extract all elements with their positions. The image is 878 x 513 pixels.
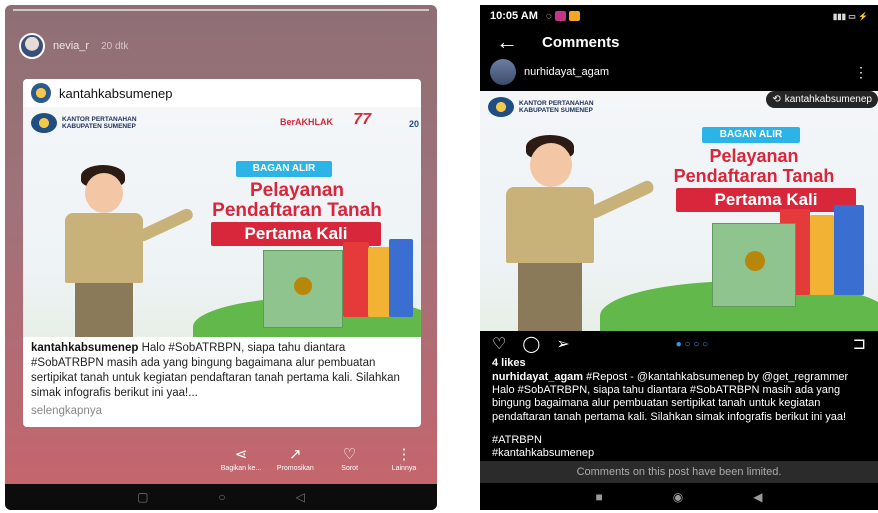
back-arrow-icon[interactable]: ← — [496, 29, 518, 55]
garuda-emblem-icon — [294, 277, 312, 295]
book-icon — [343, 242, 369, 317]
page-title: Comments — [542, 33, 620, 51]
alarm-icon: ◌ — [545, 10, 552, 22]
see-more-link[interactable]: selengkapnya — [23, 405, 421, 417]
repost-icon: ⟲ — [772, 94, 781, 105]
story-screen: nevia_r 20 dtk kantahkabsumenep KANTOR P… — [5, 5, 437, 510]
org-logo-block: KANTOR PERTANAHAN KABUPATEN SUMENEP — [31, 113, 137, 133]
comment-icon[interactable]: ◯ — [522, 334, 540, 354]
story-time: 20 dtk — [101, 40, 129, 52]
comments-screen: 10:05 AM ◌ ▮▮▮ ▭ ⚡ ← Comments nurhidayat… — [480, 5, 878, 510]
poster-title-1: Pelayanan — [250, 180, 344, 201]
berakhlak-logo: BerAKHLAK — [279, 117, 333, 127]
promote-button[interactable]: ↗ Promosikan — [269, 445, 321, 472]
book-icon — [834, 205, 864, 295]
poster-title-2: Pendaftaran Tanah — [212, 200, 382, 221]
org-line1: KANTOR PERTANAHAN — [519, 99, 594, 107]
repost-tag[interactable]: ⟲ kantahkabsumenep — [766, 91, 878, 108]
like-icon[interactable]: ♡ — [492, 334, 506, 354]
recent-apps-icon[interactable]: ■ — [596, 490, 603, 504]
story-user-row[interactable]: nevia_r 20 dtk — [19, 33, 128, 59]
post-caption: kantahkabsumenep Halo #SobATRBPN, siapa … — [23, 337, 421, 405]
book-icon — [389, 239, 413, 317]
org-logo-block: KANTOR PERTANAHAN KABUPATEN SUMENEP — [488, 97, 594, 117]
book-icon — [810, 215, 834, 295]
post-image[interactable]: KANTOR PERTANAHAN KABUPATEN SUMENEP ⟲ ka… — [480, 91, 878, 331]
bagan-alir-pill: BAGAN ALIR — [236, 161, 332, 177]
more-label: Lainnya — [391, 465, 417, 472]
repost-account[interactable]: kantahkabsumenep — [785, 94, 872, 105]
gallery-icon — [568, 10, 580, 21]
org-line2: KABUPATEN SUMENEP — [519, 107, 593, 114]
carousel-indicator: ● ○ ○ ○ — [675, 338, 709, 350]
instagram-icon — [554, 10, 566, 21]
home-icon[interactable]: ◉ — [673, 490, 683, 504]
android-nav-bar: ▢ ○ ◁ — [5, 484, 437, 510]
hashtag[interactable]: #kantahkabsumenep — [492, 447, 866, 460]
post-caption: nurhidayat_agam #Repost - @kantahkabsume… — [480, 369, 878, 426]
badge-77: 77 — [353, 111, 371, 128]
badge-20: 20 — [408, 119, 419, 129]
home-icon[interactable]: ○ — [218, 490, 225, 504]
garuda-emblem-icon — [745, 251, 765, 271]
send-icon[interactable]: ➢ — [556, 334, 569, 354]
share-icon: ⋖ — [234, 446, 248, 463]
card-account-name[interactable]: kantahkabsumenep — [59, 86, 172, 101]
top-bar: ← Comments — [480, 27, 878, 57]
story-progress-bar — [13, 9, 429, 11]
post-username[interactable]: nurhidayat_agam — [524, 66, 609, 78]
account-avatar[interactable] — [31, 83, 51, 103]
bagan-alir-pill: BAGAN ALIR — [702, 127, 800, 143]
recent-apps-icon[interactable]: ▢ — [137, 490, 148, 504]
caption-username[interactable]: nurhidayat_agam — [492, 371, 583, 383]
promote-label: Promosikan — [276, 465, 314, 472]
story-username[interactable]: nevia_r — [53, 40, 89, 52]
caption-username[interactable]: kantahkabsumenep — [31, 342, 138, 354]
atr-bpn-logo-icon — [31, 113, 57, 133]
post-header[interactable]: nurhidayat_agam ⋮ — [480, 57, 878, 87]
status-time: 10:05 AM — [490, 10, 538, 22]
book-icon — [368, 247, 390, 317]
back-icon[interactable]: ◁ — [296, 490, 305, 504]
story-actions: ⋖ Bagikan ke... ↗ Promosikan ♡ Sorot ⋮ L… — [215, 445, 430, 472]
post-actions: ♡ ◯ ➢ ● ○ ○ ○ ⊐ — [480, 331, 878, 357]
highlight-label: Sorot — [341, 465, 359, 472]
hashtag[interactable]: #ATRBPN — [492, 434, 866, 447]
comments-limited-banner: Comments on this post have been limited. — [480, 461, 878, 483]
avatar[interactable] — [490, 59, 516, 85]
more-icon: ⋮ — [396, 446, 412, 463]
card-header[interactable]: kantahkabsumenep — [23, 79, 421, 107]
back-icon[interactable]: ◀ — [753, 490, 762, 504]
status-bar: 10:05 AM ◌ ▮▮▮ ▭ ⚡ — [480, 5, 878, 27]
poster-banner: Pertama Kali — [676, 188, 856, 212]
highlight-button[interactable]: ♡ Sorot — [324, 445, 376, 472]
signal-battery-icons: ▮▮▮ ▭ ⚡ — [832, 11, 868, 21]
android-nav-bar: ■ ◉ ◀ — [480, 484, 878, 510]
avatar[interactable] — [19, 33, 45, 59]
post-image[interactable]: KANTOR PERTANAHAN KABUPATEN SUMENEP BerA… — [23, 107, 421, 337]
share-label: Bagikan ke... — [220, 465, 262, 472]
shared-post-card[interactable]: kantahkabsumenep KANTOR PERTANAHAN KABUP… — [23, 79, 421, 427]
likes-count[interactable]: 4 likes — [480, 357, 878, 369]
poster-title-1: Pelayanan — [709, 146, 799, 166]
more-button[interactable]: ⋮ Lainnya — [378, 445, 430, 472]
save-icon[interactable]: ⊐ — [853, 334, 866, 354]
org-line1: KANTOR PERTANAHAN — [62, 115, 137, 123]
trend-icon: ↗ — [289, 446, 302, 463]
atr-bpn-logo-icon — [488, 97, 514, 117]
highlight-icon: ♡ — [342, 446, 357, 463]
org-line2: KABUPATEN SUMENEP — [62, 123, 136, 130]
hashtags: #ATRBPN #kantahkabsumenep — [480, 426, 878, 460]
share-button[interactable]: ⋖ Bagikan ke... — [215, 445, 267, 472]
more-options-icon[interactable]: ⋮ — [854, 64, 868, 81]
poster-title-2: Pendaftaran Tanah — [673, 166, 835, 186]
